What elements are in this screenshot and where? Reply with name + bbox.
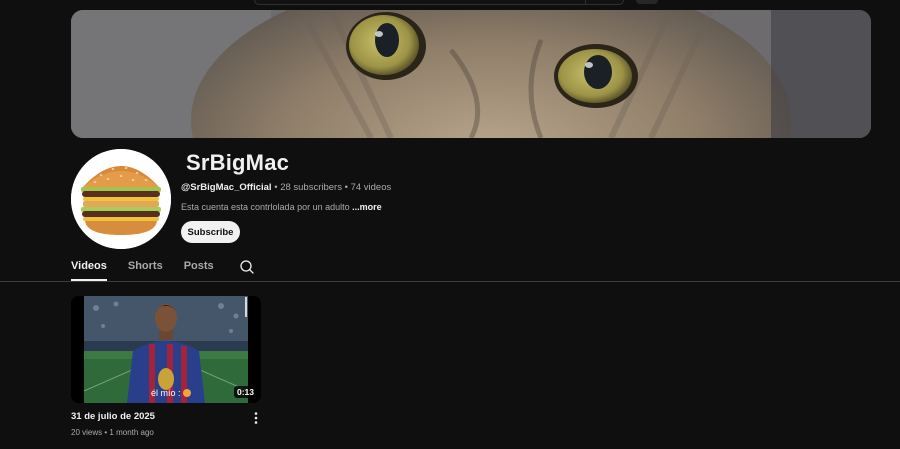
banner-cat-image: [71, 10, 871, 138]
video-count: 74 videos: [350, 182, 392, 193]
description-text: Esta cuenta esta contrlolada por un adul…: [181, 202, 350, 212]
channel-description[interactable]: Esta cuenta esta contrlolada por un adul…: [181, 202, 382, 212]
channel-avatar[interactable]: [71, 149, 171, 249]
voice-search-button-edge[interactable]: [636, 0, 658, 4]
search-bar-edge[interactable]: [254, 0, 624, 5]
channel-banner: [71, 10, 871, 138]
thumbnail-scrubber: [245, 297, 247, 317]
subscriber-count: 28 subscribers: [280, 182, 342, 193]
more-link[interactable]: ...more: [352, 202, 382, 212]
meta-separator: •: [344, 182, 348, 193]
video-age: 1 month ago: [109, 428, 154, 437]
video-thumbnail[interactable]: él mío : 0:13: [71, 296, 261, 403]
duration-badge: 0:13: [233, 386, 257, 398]
tab-posts[interactable]: Posts: [184, 254, 214, 281]
tabs-divider: [0, 281, 900, 282]
video-card[interactable]: él mío : 0:13 31 de julio de 2025 20 vie…: [71, 296, 261, 437]
more-vert-icon[interactable]: [251, 411, 261, 425]
video-title[interactable]: 31 de julio de 2025: [71, 411, 155, 422]
tab-videos[interactable]: Videos: [71, 254, 107, 281]
channel-handle: @SrBigMac_Official: [181, 182, 272, 193]
channel-name: SrBigMac: [186, 150, 290, 175]
search-icon[interactable]: [239, 259, 255, 275]
video-meta: 20 views • 1 month ago: [71, 428, 154, 437]
big-mac-image: [71, 149, 171, 249]
channel-tabs: Videos Shorts Posts: [71, 254, 255, 281]
channel-meta: @SrBigMac_Official • 28 subscribers • 74…: [181, 182, 391, 193]
tab-shorts[interactable]: Shorts: [128, 254, 163, 281]
meta-separator: •: [104, 428, 108, 437]
subscribe-button[interactable]: Subscribe: [181, 221, 240, 243]
thumbnail-image: él mío :: [71, 296, 261, 403]
search-divider: [585, 0, 586, 4]
meta-separator: •: [274, 182, 278, 193]
thumbnail-caption: él mío :: [151, 388, 181, 398]
video-views: 20 views: [71, 428, 103, 437]
